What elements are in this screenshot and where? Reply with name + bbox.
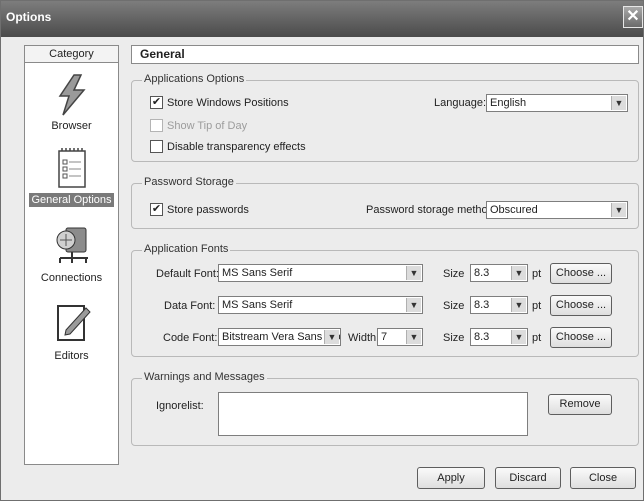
category-sidebar: Category Browser General Options Connect… [24, 45, 119, 465]
sidebar-item-label: Connections [40, 272, 103, 284]
discard-button[interactable]: Discard [495, 467, 561, 489]
code-unit-label: pt [532, 332, 542, 344]
language-select[interactable]: English ▼ [486, 94, 628, 112]
password-method-value: Obscured [490, 204, 538, 216]
code-font-label: Code Font: [163, 332, 218, 344]
default-font-value: MS Sans Serif [222, 267, 293, 279]
code-size-value: 8.3 [474, 331, 490, 343]
chevron-down-icon: ▼ [511, 266, 526, 280]
sidebar-item-browser[interactable]: Browser [25, 74, 118, 132]
default-size-select[interactable]: 8.3 ▼ [470, 264, 528, 282]
store-windows-positions-checkbox[interactable]: ✔ Store Windows Positions [150, 96, 289, 109]
chevron-down-icon: ▼ [511, 330, 526, 344]
window-title: Options [6, 10, 52, 24]
code-font-choose-button[interactable]: Choose ... [550, 327, 612, 348]
data-font-label: Data Font: [164, 300, 216, 312]
warnings-messages-group: Warnings and Messages Ignorelist: Remove [131, 371, 639, 446]
application-fonts-group: Application Fonts Default Font: MS Sans … [131, 243, 639, 357]
code-width-select[interactable]: 7 ▼ [377, 328, 423, 346]
chevron-down-icon: ▼ [324, 330, 339, 344]
data-unit-label: pt [532, 300, 542, 312]
chevron-down-icon: ▼ [611, 203, 626, 217]
checkbox-label: Show Tip of Day [167, 119, 248, 132]
sidebar-item-label: Browser [51, 120, 92, 132]
sidebar-item-editors[interactable]: Editors [25, 300, 118, 362]
default-font-label: Default Font: [156, 268, 219, 280]
group-legend: Application Fonts [142, 243, 231, 255]
language-label: Language: [434, 97, 486, 109]
sidebar-item-label: Editors [54, 350, 89, 362]
default-size-label: Size [443, 268, 465, 280]
applications-options-group: Applications Options ✔ Store Windows Pos… [131, 73, 639, 162]
remove-button[interactable]: Remove [548, 394, 612, 415]
checkbox-box [150, 119, 163, 132]
chevron-down-icon: ▼ [406, 330, 421, 344]
chevron-down-icon: ▼ [611, 96, 626, 110]
disable-transparency-checkbox[interactable]: Disable transparency effects [150, 140, 306, 153]
password-method-label: Password storage method: [366, 204, 497, 216]
group-legend: Applications Options [142, 73, 247, 85]
password-method-select[interactable]: Obscured ▼ [486, 201, 628, 219]
language-value: English [490, 97, 527, 109]
notepad-icon [57, 148, 86, 188]
data-font-choose-button[interactable]: Choose ... [550, 295, 612, 316]
chevron-down-icon: ▼ [511, 298, 526, 312]
data-size-value: 8.3 [474, 299, 490, 311]
sidebar-item-general-options[interactable]: General Options [25, 146, 118, 207]
code-size-label: Size [443, 332, 465, 344]
checkbox-label: Store Windows Positions [167, 96, 289, 109]
default-size-value: 8.3 [474, 267, 490, 279]
code-font-select[interactable]: Bitstream Vera Sans Mo ▼ [218, 328, 341, 346]
group-legend: Password Storage [142, 176, 236, 188]
data-font-value: MS Sans Serif [222, 299, 293, 311]
page-title: General [131, 45, 639, 64]
close-window-icon[interactable]: ✕ [623, 6, 643, 28]
code-size-select[interactable]: 8.3 ▼ [470, 328, 528, 346]
sidebar-item-label: General Options [29, 193, 114, 207]
lightning-icon [58, 74, 86, 116]
chevron-down-icon: ▼ [406, 298, 421, 312]
checkbox-box: ✔ [150, 96, 163, 109]
data-font-select[interactable]: MS Sans Serif ▼ [218, 296, 423, 314]
category-header: Category [25, 46, 118, 63]
group-legend: Warnings and Messages [142, 371, 267, 383]
data-size-select[interactable]: 8.3 ▼ [470, 296, 528, 314]
password-storage-group: Password Storage ✔ Store passwords Passw… [131, 176, 639, 229]
default-unit-label: pt [532, 268, 542, 280]
data-size-label: Size [443, 300, 465, 312]
checkbox-label: Disable transparency effects [167, 140, 306, 153]
code-font-value: Bitstream Vera Sans Mo [222, 331, 341, 343]
default-font-select[interactable]: MS Sans Serif ▼ [218, 264, 423, 282]
checkbox-label: Store passwords [167, 203, 249, 216]
show-tip-of-day-checkbox[interactable]: Show Tip of Day [150, 119, 247, 132]
code-width-label: Width: [348, 332, 380, 344]
ignorelist-textarea[interactable] [218, 392, 528, 436]
default-font-choose-button[interactable]: Choose ... [550, 263, 612, 284]
close-button[interactable]: Close [570, 467, 636, 489]
edit-icon [56, 305, 91, 341]
checkbox-box: ✔ [150, 203, 163, 216]
store-passwords-checkbox[interactable]: ✔ Store passwords [150, 203, 249, 216]
checkbox-box [150, 140, 163, 153]
sidebar-item-connections[interactable]: Connections [25, 224, 118, 284]
apply-button[interactable]: Apply [417, 467, 485, 489]
options-window: Options ✕ Category Browser General Optio… [0, 0, 644, 501]
network-icon [56, 227, 88, 263]
code-width-value: 7 [381, 331, 388, 343]
title-bar: Options ✕ [1, 1, 643, 37]
chevron-down-icon: ▼ [406, 266, 421, 280]
ignorelist-label: Ignorelist: [156, 400, 204, 412]
